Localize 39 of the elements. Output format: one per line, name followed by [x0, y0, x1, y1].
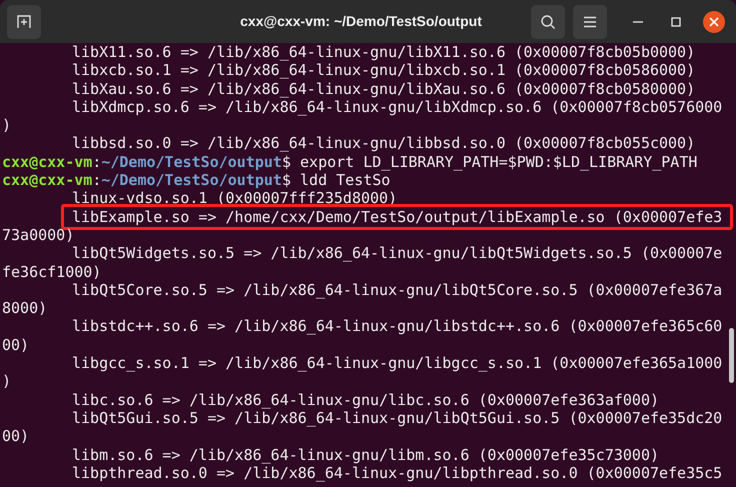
search-icon [540, 14, 556, 30]
output-line: 00) [2, 336, 30, 354]
output-line: libxcb.so.1 => /lib/x86_64-linux-gnu/libxcb.so.1 (0x00007f8cb0586000) [72, 61, 696, 80]
maximize-icon [671, 16, 681, 26]
output-line: libstdc++.so.6 => /lib/x86_64-linux-gnu/libstdc++.so.6 (0x00007efe365c60 [72, 317, 722, 336]
prompt-path: ~/Demo/TestSo/output [101, 171, 282, 190]
output-line: libbsd.so.0 => /lib/x86_64-linux-gnu/libbsd.so.0 (0x00007f8cb055c000) [72, 134, 696, 153]
menu-button[interactable] [573, 4, 607, 38]
output-line: libX11.so.6 => /lib/x86_64-linux-gnu/libX11.so.6 (0x00007f8cb05b0000) [72, 43, 696, 62]
search-button[interactable] [531, 4, 565, 38]
prompt-path: ~/Demo/TestSo/output [101, 152, 282, 172]
output-line: libQt5Widgets.so.5 => /lib/x86_64-linux-gnu/libQt5Widgets.so.5 (0x00007e [72, 244, 722, 263]
menu-icon [583, 16, 597, 28]
output-line: libgcc_s.so.1 => /lib/x86_64-linux-gnu/libgcc_s.so.1 (0x00007efe365a1000 [72, 354, 722, 372]
output-line: ) [2, 116, 12, 134]
close-icon [709, 16, 719, 26]
output-line: ) [2, 372, 12, 391]
prompt-user: cxx@cxx-vm [2, 152, 92, 172]
command-text: $ ldd TestSo [282, 171, 390, 190]
close-button[interactable] [703, 10, 725, 32]
output-line: libpthread.so.0 => /lib/x86_64-linux-gnu/libpthread.so.0 (0x00007efe35c5 [72, 464, 722, 482]
output-line: 00) [2, 427, 30, 446]
output-line: libXdmcp.so.6 => /lib/x86_64-linux-gnu/libXdmcp.so.6 (0x00007f8cb0576000 [72, 98, 722, 116]
output-line: libc.so.6 => /lib/x86_64-linux-gnu/libc.so.6 (0x00007efe363af000) [72, 390, 659, 409]
prompt-separator: : [92, 171, 102, 190]
new-tab-button[interactable] [7, 4, 41, 38]
prompt-user: cxx@cxx-vm [2, 171, 92, 190]
scrollbar-thumb[interactable] [729, 328, 734, 383]
new-tab-icon [16, 14, 32, 30]
output-line: 8000) [2, 299, 48, 318]
prompt-separator: : [92, 152, 102, 172]
output-line: libXau.so.6 => /lib/x86_64-linux-gnu/libXau.so.6 (0x00007f8cb0580000) [72, 80, 696, 98]
output-line: libQt5Gui.so.5 => /lib/x86_64-linux-gnu/libQt5Gui.so.5 (0x00007efe35dc20 [72, 408, 722, 428]
window-title: cxx@cxx-vm: ~/Demo/TestSo/output [240, 12, 482, 31]
output-line: libQt5Core.so.5 => /lib/x86_64-linux-gnu/libQt5Core.so.5 (0x00007efe367a [72, 280, 722, 300]
output-line: fe36cf1000) [2, 262, 102, 281]
output-line: libm.so.6 => /lib/x86_64-linux-gnu/libm.so.6 (0x00007efe35c73000) [72, 446, 659, 464]
command-text: $ export LD_LIBRARY_PATH=$PWD:$LD_LIBRARY_PATH [282, 152, 698, 172]
minimize-icon [633, 20, 643, 22]
